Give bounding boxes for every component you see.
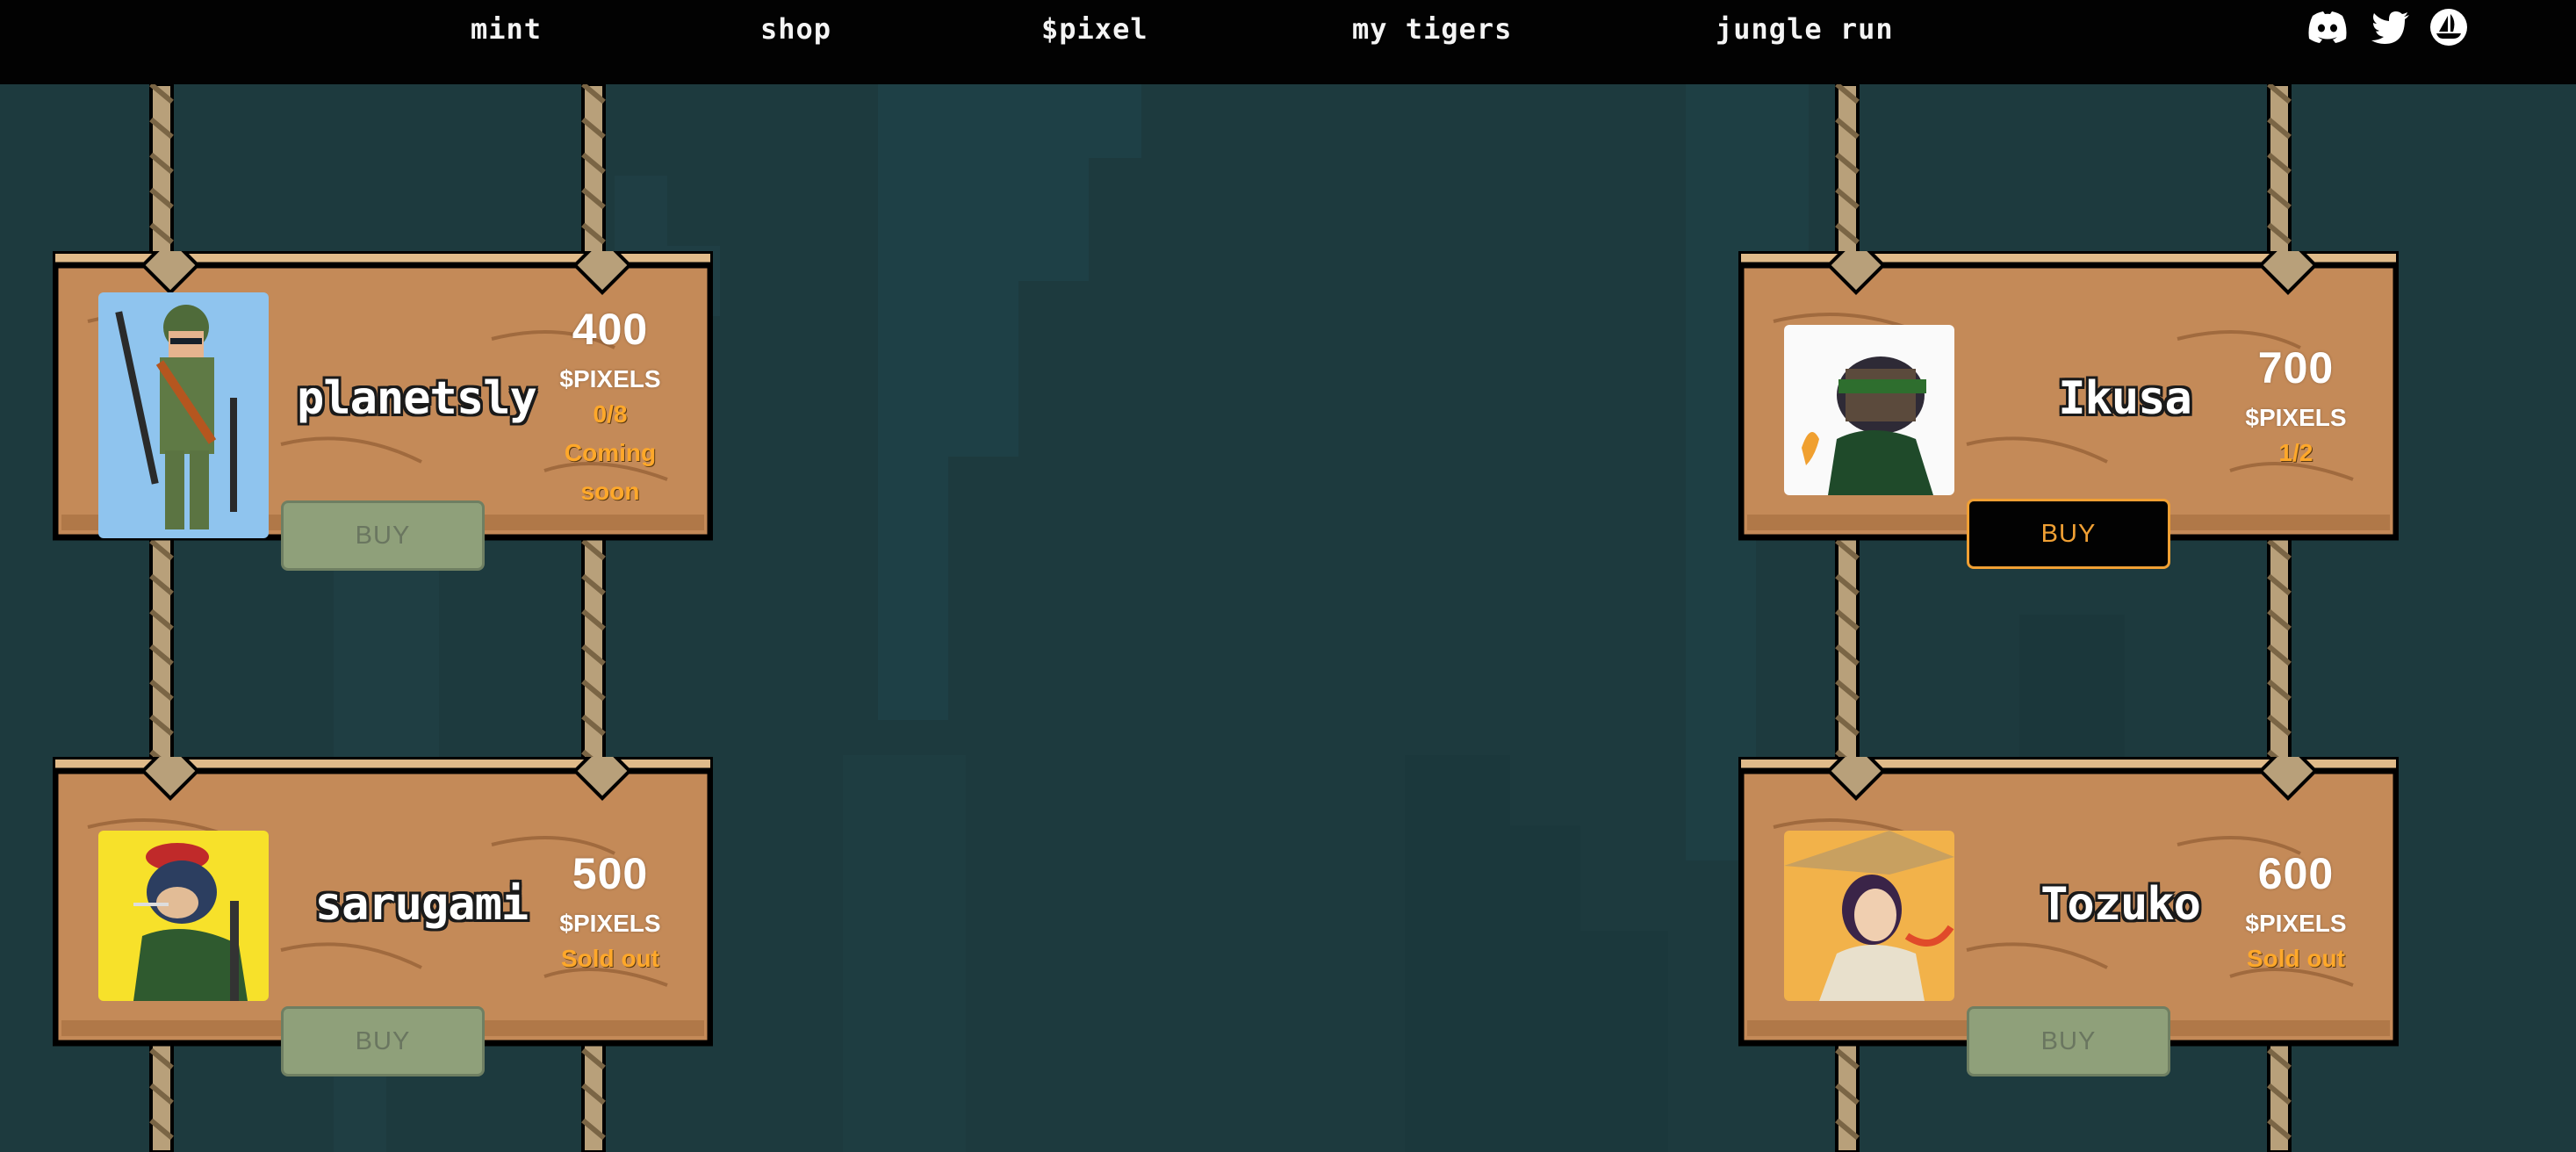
product-name: Tozuko bbox=[2040, 878, 2201, 931]
product-card-planetsly: planetsly 400 $PIXELS 0/8 Coming soon BU… bbox=[53, 251, 713, 571]
product-name: sarugami bbox=[314, 878, 529, 931]
discord-icon[interactable] bbox=[2306, 5, 2349, 49]
product-price: 600 bbox=[2257, 849, 2335, 898]
product-card-ikusa: Ikusa 700 $PIXELS 1/2 BUY bbox=[1738, 251, 2399, 569]
stock-count: 0/8 bbox=[593, 400, 628, 428]
ikusa-image bbox=[1784, 325, 1954, 495]
product-price: 400 bbox=[572, 305, 649, 354]
product-price: 500 bbox=[572, 849, 649, 898]
nav-shop[interactable]: shop bbox=[760, 12, 831, 46]
price-unit: $PIXELS bbox=[559, 910, 661, 937]
nav-pixel[interactable]: $pixel bbox=[1041, 12, 1148, 46]
buy-button[interactable]: BUY bbox=[1967, 499, 2170, 569]
product-card-sarugami: sarugami 500 $PIXELS Sold out BUY bbox=[53, 757, 713, 1076]
tozuko-image bbox=[1784, 831, 1954, 1001]
buy-button[interactable]: BUY bbox=[1967, 1006, 2170, 1076]
sarugami-image bbox=[98, 831, 269, 1001]
status-text: Sold out bbox=[2247, 945, 2345, 972]
stock-count: 1/2 bbox=[2278, 439, 2313, 466]
planetsly-image bbox=[98, 292, 269, 538]
top-navigation: mint shop $pixel my tigers jungle run bbox=[0, 0, 2576, 84]
price-unit: $PIXELS bbox=[2245, 910, 2347, 937]
product-price: 700 bbox=[2257, 343, 2335, 392]
buy-button[interactable]: BUY bbox=[281, 1006, 485, 1076]
product-card-tozuko: Tozuko 600 $PIXELS Sold out BUY bbox=[1738, 757, 2399, 1076]
opensea-icon[interactable] bbox=[2427, 5, 2471, 49]
nav-my-tigers[interactable]: my tigers bbox=[1352, 12, 1512, 46]
nav-mint[interactable]: mint bbox=[471, 12, 542, 46]
price-unit: $PIXELS bbox=[559, 365, 661, 392]
status-text: Sold out bbox=[561, 945, 659, 972]
twitter-icon[interactable] bbox=[2369, 5, 2413, 49]
product-name: Ikusa bbox=[2058, 372, 2192, 425]
buy-button[interactable]: BUY bbox=[281, 500, 485, 571]
status-text: Coming soon bbox=[564, 439, 657, 505]
nav-jungle-run[interactable]: jungle run bbox=[1716, 12, 1894, 46]
price-unit: $PIXELS bbox=[2245, 404, 2347, 431]
product-name: planetsly bbox=[297, 372, 537, 425]
